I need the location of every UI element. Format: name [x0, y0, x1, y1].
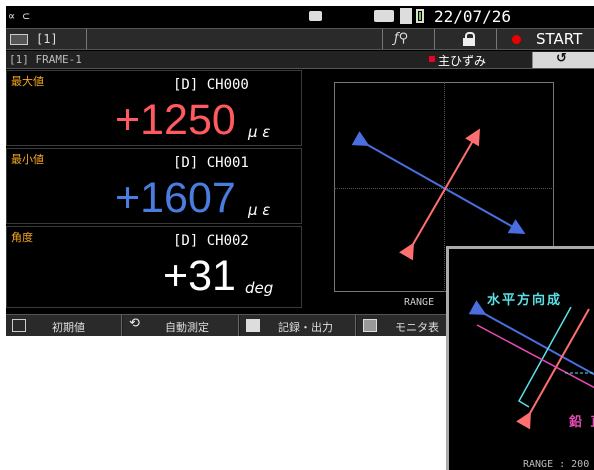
button-label: モニタ表	[395, 321, 439, 334]
zoom-callout: 水平方向成 鉛 直 RANGE : 200	[446, 246, 594, 470]
status-bar: ∝ ⊂ 22/07/26 13:46:24	[6, 6, 594, 45]
save-disk-icon	[246, 319, 260, 332]
unit-label: deg	[245, 279, 274, 297]
refresh-button[interactable]: ↺	[532, 51, 594, 68]
callout-range-label: RANGE : 200	[523, 459, 590, 470]
min-value-panel: 最小値 [D] CH001 +1607 μ ε	[6, 148, 302, 224]
callout-max-arrow	[516, 308, 590, 430]
vertical-component	[476, 324, 594, 389]
frame-name: [1] FRAME-1	[9, 53, 82, 66]
horizontal-component-label: 水平方向成	[487, 293, 563, 308]
button-label: 自動測定	[165, 321, 209, 334]
panel-label: 最大値	[11, 75, 44, 88]
refresh-icon: ↺	[556, 51, 567, 66]
divider	[382, 29, 383, 49]
channel-label: [D] CH002	[173, 233, 249, 249]
initial-value-button[interactable]: 初期値	[6, 315, 122, 336]
battery-icon	[416, 9, 424, 23]
mode-marker-icon	[429, 56, 435, 62]
range-label: RANGE	[404, 297, 435, 308]
divider	[496, 29, 497, 49]
frame-number[interactable]: [1]	[36, 32, 58, 46]
panel-label: 最小値	[11, 153, 44, 166]
frame-icon	[12, 319, 26, 332]
unit-label: μ ε	[248, 201, 271, 219]
measurement-value: +1250	[115, 96, 236, 144]
record-indicator-icon	[512, 35, 521, 44]
frame-bar: [1] FRAME-1 主ひずみ ↺	[6, 51, 594, 69]
lock-icon[interactable]	[463, 32, 475, 46]
vertical-component-label: 鉛 直	[569, 415, 594, 430]
monitor-icon	[363, 319, 377, 332]
toolbar: [1] ƒ⚲ START	[6, 28, 594, 50]
network-icon: ∝ ⊂	[8, 9, 30, 23]
frame-select-icon[interactable]	[10, 34, 28, 45]
min-strain-arrow	[351, 131, 526, 234]
measurement-value: +31	[163, 252, 236, 300]
max-value-panel: 最大値 [D] CH000 +1250 μ ε	[6, 70, 302, 146]
mode-label[interactable]: 主ひずみ	[438, 52, 486, 69]
refresh-cycle-icon: ⟲	[129, 316, 140, 331]
channel-label: [D] CH000	[173, 77, 249, 93]
button-label: 記録・出力	[278, 321, 333, 334]
usb-icon	[309, 11, 322, 21]
auto-measure-button[interactable]: ⟲ 自動測定	[123, 315, 239, 336]
start-button[interactable]: START	[536, 30, 582, 48]
measurement-value: +1607	[115, 174, 236, 222]
max-strain-arrow	[399, 128, 481, 261]
unit-label: μ ε	[248, 123, 271, 141]
callout-vectors	[468, 300, 594, 430]
panel-label: 角度	[11, 231, 33, 244]
channel-label: [D] CH001	[173, 155, 249, 171]
divider	[434, 29, 435, 49]
record-output-button[interactable]: 記録・出力	[240, 315, 356, 336]
sd-card-icon	[400, 8, 412, 24]
callout-min-arrow	[468, 300, 594, 376]
angle-panel: 角度 [D] CH002 +31 deg	[6, 226, 302, 308]
memory-card-icon	[374, 10, 394, 22]
divider	[86, 29, 87, 49]
button-label: 初期値	[52, 321, 85, 334]
gauge-settings-icon[interactable]: ƒ⚲	[394, 31, 408, 46]
